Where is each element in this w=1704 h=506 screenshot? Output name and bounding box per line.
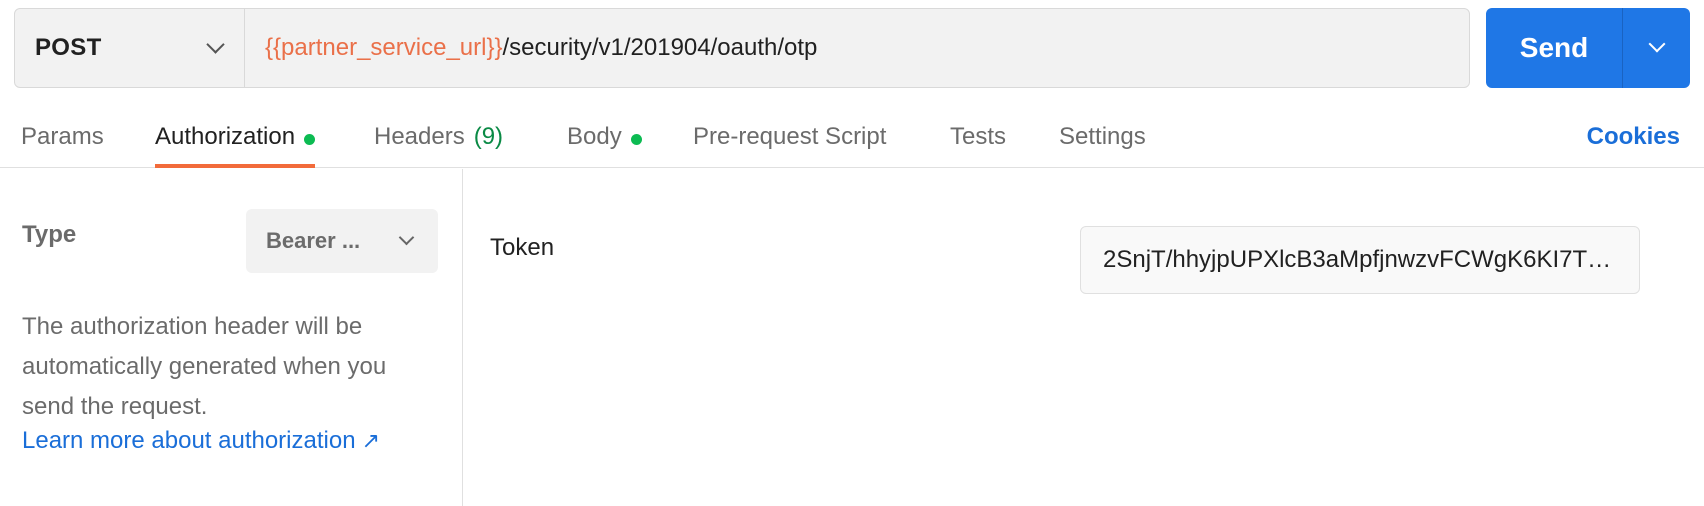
type-label: Type: [22, 221, 77, 248]
external-link-icon: ↗: [361, 428, 380, 453]
method-label: POST: [35, 34, 102, 61]
url-box: POST {{partner_service_url}}/security/v1…: [14, 8, 1470, 88]
auth-type-value: Bearer ...: [266, 228, 361, 253]
url-variable: {{partner_service_url}}: [265, 34, 503, 61]
request-bar: POST {{partner_service_url}}/security/v1…: [14, 8, 1690, 88]
chevron-down-icon: [206, 34, 225, 54]
headers-count: (9): [473, 123, 504, 150]
tab-label: Authorization: [155, 123, 296, 150]
tab-label: Tests: [950, 123, 1007, 150]
token-label: Token: [490, 234, 555, 261]
send-dropdown-button[interactable]: [1622, 8, 1690, 88]
send-button-group: Send: [1486, 8, 1690, 88]
tab-label: Pre-request Script: [693, 123, 887, 150]
url-path: /security/v1/201904/oauth/otp: [502, 34, 818, 61]
chevron-down-icon: [398, 229, 415, 245]
method-select[interactable]: POST: [15, 9, 245, 87]
tab-body[interactable]: Body: [567, 108, 642, 168]
auth-description: The authorization header will be automat…: [22, 313, 387, 420]
auth-type-panel: Type Bearer ... The authorization header…: [0, 169, 463, 506]
chevron-down-icon: [1648, 35, 1665, 53]
cookies-link[interactable]: Cookies: [1587, 123, 1680, 151]
tab-settings[interactable]: Settings: [1059, 108, 1146, 168]
tab-label: Settings: [1059, 123, 1146, 150]
request-tabs: Params Authorization Headers (9) Body Pr…: [0, 108, 1704, 168]
tab-tests[interactable]: Tests: [950, 108, 1006, 168]
status-dot: [630, 134, 642, 145]
tab-pre-request-script[interactable]: Pre-request Script: [693, 108, 886, 168]
url-input[interactable]: {{partner_service_url}}/security/v1/2019…: [245, 9, 1469, 87]
tab-label: Params: [21, 123, 104, 150]
token-input[interactable]: 2SnjT/hhyjpUPXlcB3aMpfjnwzvFCWgK6KI7TbUx: [1080, 226, 1640, 294]
auth-type-select[interactable]: Bearer ...: [246, 209, 438, 273]
tab-headers[interactable]: Headers (9): [374, 108, 503, 168]
tab-label: Headers: [374, 123, 465, 150]
learn-more-link[interactable]: Learn more about authorization ↗: [22, 427, 380, 455]
send-button[interactable]: Send: [1486, 8, 1622, 88]
tab-authorization[interactable]: Authorization: [155, 108, 316, 168]
token-value: 2SnjT/hhyjpUPXlcB3aMpfjnwzvFCWgK6KI7TbUx: [1103, 246, 1617, 273]
tab-label: Body: [567, 123, 622, 150]
status-dot: [304, 134, 316, 145]
tab-params[interactable]: Params: [21, 108, 104, 168]
learn-more-label: Learn more about authorization: [22, 427, 356, 454]
